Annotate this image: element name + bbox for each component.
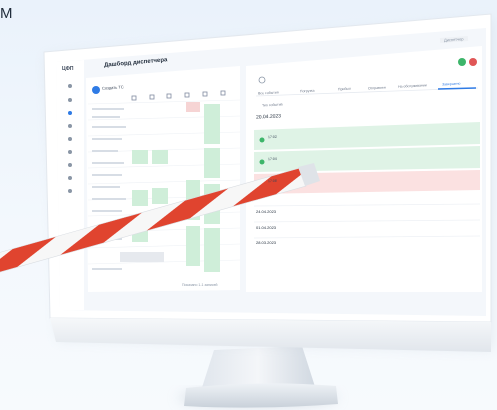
schedule-block-error bbox=[186, 102, 200, 112]
nav-icon bbox=[68, 84, 72, 88]
action-green-icon bbox=[458, 58, 466, 66]
add-button-icon bbox=[92, 86, 100, 94]
monitor-stand bbox=[178, 346, 338, 408]
schedule-block bbox=[186, 226, 200, 266]
app-logo: ЦФП bbox=[62, 66, 74, 72]
nav-icon bbox=[68, 189, 72, 193]
nav-icon bbox=[68, 111, 72, 115]
nav-icon bbox=[68, 124, 72, 128]
nav-icon bbox=[68, 137, 72, 141]
pagination-info: Показано 1-1 записей bbox=[182, 283, 218, 287]
event-time: 17:02 bbox=[267, 134, 277, 140]
monitor-illustration bbox=[0, 13, 493, 408]
date-header[interactable]: 24.04.2023 bbox=[256, 209, 276, 214]
nav-icon bbox=[68, 98, 72, 102]
schedule-block bbox=[152, 150, 168, 164]
schedule-block bbox=[204, 228, 220, 272]
schedule-block bbox=[152, 188, 168, 204]
schedule-block bbox=[204, 148, 220, 178]
action-red-icon bbox=[469, 58, 477, 66]
schedule-block-muted bbox=[120, 252, 164, 262]
nav-icon bbox=[68, 150, 72, 154]
date-header[interactable]: 28.03.2023 bbox=[256, 240, 276, 245]
nav-icon bbox=[68, 163, 72, 167]
event-time: 17:04 bbox=[267, 156, 277, 162]
tab-loading[interactable]: Погрузка bbox=[300, 89, 315, 94]
tab-arrived[interactable]: Прибыл bbox=[338, 87, 351, 92]
app-sidebar bbox=[56, 60, 84, 310]
nav-icon bbox=[68, 176, 72, 180]
schedule-block bbox=[204, 104, 220, 144]
schedule-panel bbox=[86, 66, 241, 292]
schedule-block bbox=[132, 190, 148, 206]
event-time: 17:08 bbox=[267, 178, 277, 184]
schedule-block bbox=[132, 150, 148, 164]
date-header[interactable]: 01.04.2023 bbox=[256, 225, 276, 230]
scene: M ЦФП Дашборд диспетчера Диспетчер Созда… bbox=[0, 0, 497, 410]
